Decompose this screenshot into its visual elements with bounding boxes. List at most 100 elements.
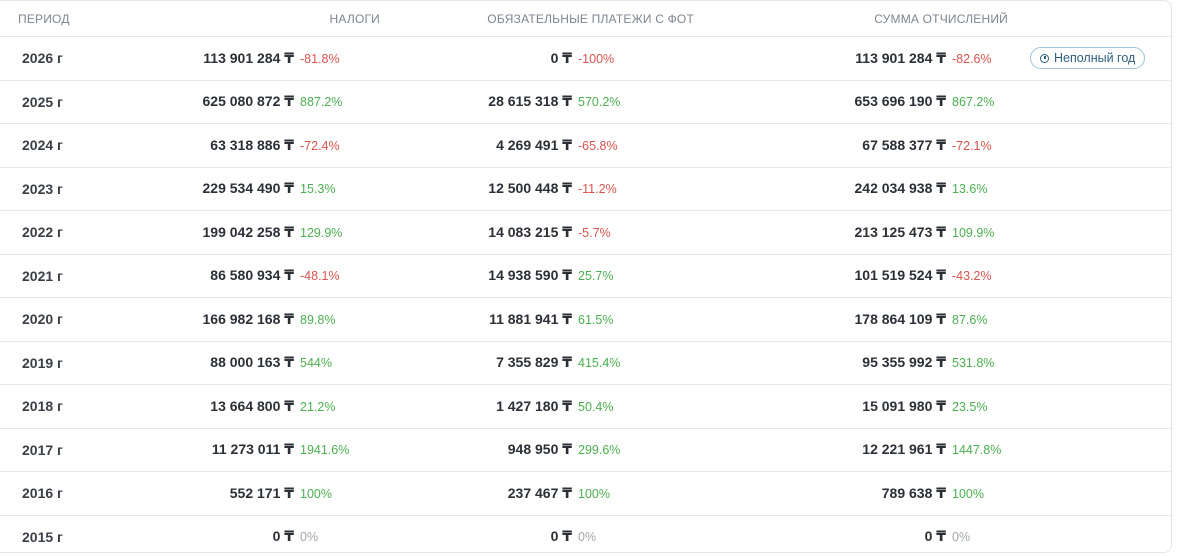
payroll-payments-value-group: 0 ₸ -100%: [551, 50, 636, 67]
total-cell: 178 864 109 ₸ 87.6%: [706, 297, 1028, 342]
table-row[interactable]: 2021 г 86 580 934 ₸ -48.1% 14 938 590 ₸ 25.7…: [0, 254, 1171, 298]
table-row[interactable]: 2026 г 113 901 284 ₸ -81.8% 0 ₸ -100% 113 901…: [0, 36, 1171, 81]
table-row[interactable]: 2022 г 199 042 258 ₸ 129.9% 14 083 215 ₸ -5.…: [0, 210, 1171, 255]
payroll-payments-value-group: 0 ₸ 0%: [551, 528, 636, 545]
taxes-change-percent: 129.9%: [300, 225, 343, 240]
taxes-change-percent: 1941.6%: [300, 443, 350, 458]
period-cell: 2015 г: [22, 528, 63, 545]
taxes-change-percent: -48.1%: [300, 269, 340, 284]
table-row[interactable]: 2015 г 0 ₸ 0% 0 ₸ 0% 0 ₸ 0%: [0, 515, 1171, 552]
taxes-amount: 88 000 163 ₸: [210, 354, 294, 371]
column-header-payroll-payments[interactable]: ОБЯЗАТЕЛЬНЫЕ ПЛАТЕЖИ С ФОТ: [384, 1, 706, 37]
taxes-value-group: 63 318 886 ₸ -72.4%: [210, 137, 360, 154]
table-row[interactable]: 2019 г 88 000 163 ₸ 544% 7 355 829 ₸ 415.4% 9…: [0, 341, 1171, 385]
payroll-payments-value-group: 14 938 590 ₸ 25.7%: [488, 267, 636, 284]
period-cell: 2024 г: [0, 123, 122, 168]
payroll-payments-change-percent: 100%: [578, 486, 610, 501]
period-cell: 2017 г: [0, 428, 122, 472]
period-cell: 2016 г: [0, 471, 122, 516]
table-row[interactable]: 2024 г 63 318 886 ₸ -72.4% 4 269 491 ₸ -65.8…: [0, 123, 1171, 168]
total-cell: 113 901 284 ₸ -82.6%: [706, 36, 1028, 81]
table-row[interactable]: 2020 г 166 982 168 ₸ 89.8% 11 881 941 ₸ 61.5…: [0, 297, 1171, 342]
payroll-payments-change-percent: 50.4%: [578, 399, 614, 414]
taxes-value-group: 113 901 284 ₸ -81.8%: [203, 50, 360, 67]
total-cell: 213 125 473 ₸ 109.9%: [706, 210, 1028, 255]
total-amount: 0 ₸: [924, 528, 946, 545]
total-change-percent: 867.2%: [952, 95, 995, 110]
note-cell: [1028, 80, 1171, 124]
period-cell: 2025 г: [0, 80, 122, 124]
taxes-cell: 86 580 934 ₸ -48.1%: [122, 254, 384, 298]
total-value-group: 15 091 980 ₸ 23.5%: [862, 398, 1016, 415]
total-amount: 653 696 190 ₸: [854, 93, 947, 110]
total-cell: 12 221 961 ₸ 1447.8%: [706, 428, 1028, 472]
taxes-change-percent: 887.2%: [300, 95, 343, 110]
taxes-cell: 0 ₸ 0%: [122, 515, 384, 552]
taxes-amount: 86 580 934 ₸: [210, 267, 294, 284]
note-cell: Неполный год: [1028, 36, 1171, 81]
total-amount: 178 864 109 ₸: [854, 310, 947, 327]
total-value-group: 0 ₸ 0%: [925, 528, 1016, 545]
period-cell: 2018 г: [0, 384, 122, 429]
note-cell: [1028, 123, 1171, 168]
incomplete-year-badge[interactable]: Неполный год: [1030, 47, 1146, 70]
payroll-payments-cell: 4 269 491 ₸ -65.8%: [384, 123, 706, 168]
column-header-taxes[interactable]: НАЛОГИ: [122, 1, 384, 37]
contributions-table-card: ПЕРИОД НАЛОГИ ОБЯЗАТЕЛЬНЫЕ ПЛАТЕЖИ С ФОТ…: [0, 0, 1172, 553]
total-value-group: 242 034 938 ₸ 13.6%: [855, 180, 1017, 197]
total-amount: 242 034 938 ₸: [854, 180, 947, 197]
total-value-group: 95 355 992 ₸ 531.8%: [862, 354, 1016, 371]
payroll-payments-cell: 7 355 829 ₸ 415.4%: [384, 341, 706, 385]
payroll-payments-amount: 7 355 829 ₸: [496, 354, 572, 371]
table-row[interactable]: 2016 г 552 171 ₸ 100% 237 467 ₸ 100% 789 638 …: [0, 471, 1171, 516]
taxes-change-percent: 100%: [300, 486, 332, 501]
taxes-value-group: 88 000 163 ₸ 544%: [210, 354, 360, 371]
table-row[interactable]: 2017 г 11 273 011 ₸ 1941.6% 948 950 ₸ 299.6%…: [0, 428, 1171, 472]
payroll-payments-cell: 237 467 ₸ 100%: [384, 471, 706, 516]
taxes-change-percent: -72.4%: [300, 138, 340, 153]
taxes-cell: 113 901 284 ₸ -81.8%: [122, 36, 384, 81]
payroll-payments-cell: 14 938 590 ₸ 25.7%: [384, 254, 706, 298]
total-amount: 213 125 473 ₸: [854, 223, 947, 240]
taxes-cell: 552 171 ₸ 100%: [122, 471, 384, 516]
column-header-period[interactable]: ПЕРИОД: [0, 1, 122, 37]
period-cell: 2021 г: [0, 254, 122, 298]
column-header-total[interactable]: СУММА ОТЧИСЛЕНИЙ: [706, 1, 1028, 37]
taxes-cell: 166 982 168 ₸ 89.8%: [122, 297, 384, 342]
payroll-payments-cell: 12 500 448 ₸ -11.2%: [384, 167, 706, 211]
payroll-payments-amount: 14 083 215 ₸: [488, 223, 572, 240]
table-row[interactable]: 2023 г 229 534 490 ₸ 15.3% 12 500 448 ₸ -11.…: [0, 167, 1171, 211]
note-cell: [1028, 384, 1171, 429]
total-value-group: 789 638 ₸ 100%: [882, 485, 1016, 502]
period-cell: 2026 г: [0, 36, 122, 81]
total-change-percent: 0%: [952, 530, 971, 545]
period-cell: 2020 г: [0, 297, 122, 342]
note-cell: [1028, 515, 1171, 552]
table-row[interactable]: 2018 г 13 664 800 ₸ 21.2% 1 427 180 ₸ 50.4% 1…: [0, 384, 1171, 429]
total-change-percent: -72.1%: [952, 138, 992, 153]
payroll-payments-value-group: 7 355 829 ₸ 415.4%: [496, 354, 636, 371]
total-cell: 67 588 377 ₸ -72.1%: [706, 123, 1028, 168]
taxes-value-group: 11 273 011 ₸ 1941.6%: [212, 441, 360, 458]
total-value-group: 12 221 961 ₸ 1447.8%: [862, 441, 1016, 458]
taxes-amount: 0 ₸: [272, 528, 294, 545]
payroll-payments-change-percent: -11.2%: [578, 182, 617, 197]
total-amount: 15 091 980 ₸: [862, 397, 946, 414]
total-amount: 95 355 992 ₸: [862, 354, 946, 371]
total-value-group: 653 696 190 ₸ 867.2%: [855, 93, 1017, 110]
taxes-change-percent: 21.2%: [300, 399, 336, 414]
taxes-amount: 166 982 168 ₸: [202, 310, 295, 327]
payroll-payments-amount: 1 427 180 ₸: [496, 397, 572, 414]
payroll-payments-value-group: 12 500 448 ₸ -11.2%: [488, 180, 636, 197]
payroll-payments-change-percent: 299.6%: [578, 443, 621, 458]
total-cell: 789 638 ₸ 100%: [706, 471, 1028, 516]
total-value-group: 101 519 524 ₸ -43.2%: [855, 267, 1017, 284]
taxes-cell: 63 318 886 ₸ -72.4%: [122, 123, 384, 168]
table-row[interactable]: 2025 г 625 080 872 ₸ 887.2% 28 615 318 ₸ 570…: [0, 80, 1171, 124]
taxes-cell: 625 080 872 ₸ 887.2%: [122, 80, 384, 124]
note-cell: [1028, 167, 1171, 211]
taxes-amount: 113 901 284 ₸: [203, 49, 294, 66]
taxes-value-group: 13 664 800 ₸ 21.2%: [210, 398, 360, 415]
payroll-payments-change-percent: 25.7%: [578, 269, 614, 284]
total-cell: 653 696 190 ₸ 867.2%: [706, 80, 1028, 124]
